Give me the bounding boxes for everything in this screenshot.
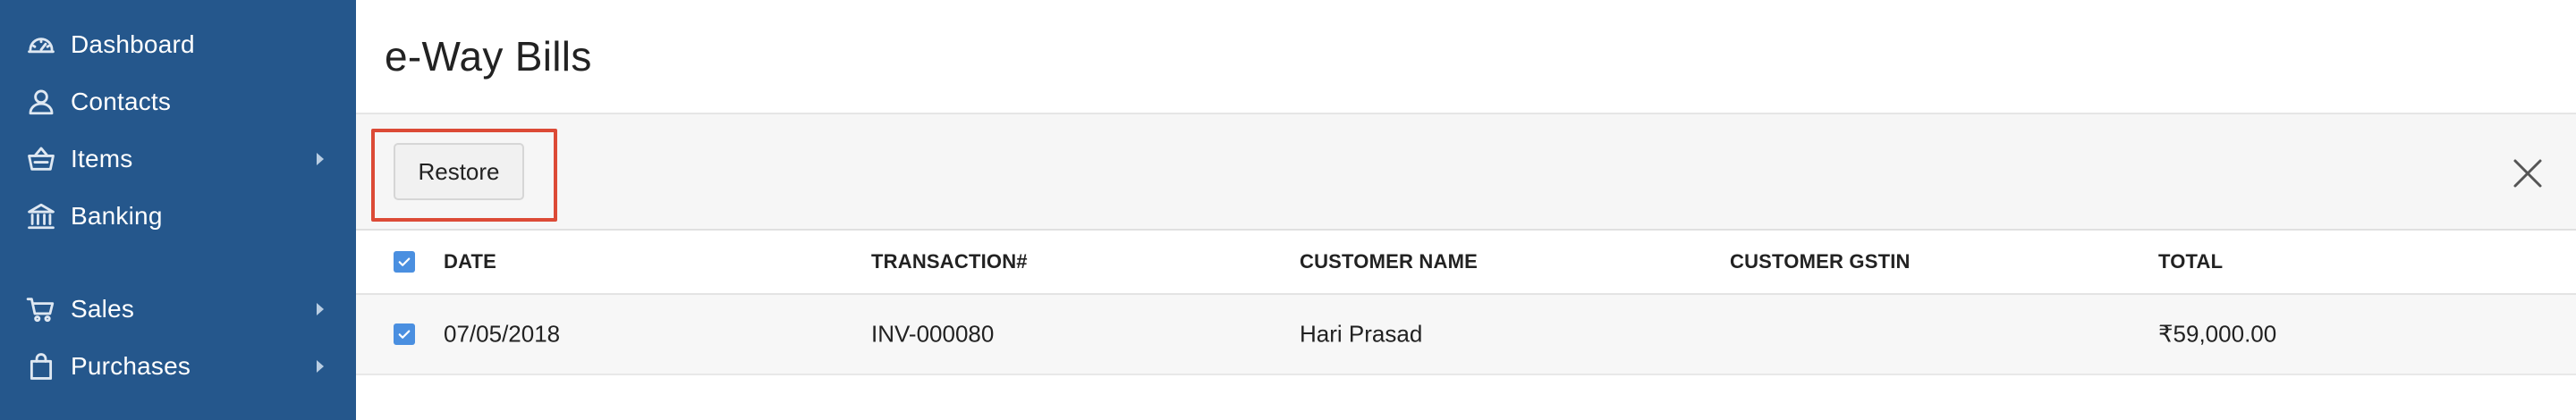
column-header-transaction[interactable]: TRANSACTION# xyxy=(871,250,1028,273)
restore-button[interactable]: Restore xyxy=(394,143,524,200)
cart-icon xyxy=(25,293,57,325)
cell-customer-name: Hari Prasad xyxy=(1300,320,1423,348)
row-checkbox[interactable] xyxy=(394,323,415,345)
chevron-right-icon xyxy=(317,153,324,165)
basket-icon xyxy=(25,143,57,175)
main-content: e-Way Bills Restore DATE TRANSACTION# CU… xyxy=(356,0,2576,420)
sidebar-item-sales[interactable]: Sales xyxy=(0,282,356,336)
cell-total: ₹59,000.00 xyxy=(2158,320,2277,348)
sidebar-item-label: Banking xyxy=(71,202,163,230)
table-header: DATE TRANSACTION# CUSTOMER NAME CUSTOMER… xyxy=(356,231,2576,295)
sidebar: Dashboard Contacts Items Banking Sales P… xyxy=(0,0,356,420)
sidebar-item-banking[interactable]: Banking xyxy=(0,189,356,243)
cell-date: 07/05/2018 xyxy=(444,320,561,348)
sidebar-item-label: Sales xyxy=(71,295,135,323)
check-icon xyxy=(398,330,411,339)
sidebar-item-label: Purchases xyxy=(71,352,191,380)
sidebar-item-contacts[interactable]: Contacts xyxy=(0,75,356,129)
bank-icon xyxy=(25,200,57,232)
bulk-action-toolbar: Restore xyxy=(356,113,2576,231)
chevron-right-icon xyxy=(317,360,324,373)
sidebar-item-dashboard[interactable]: Dashboard xyxy=(0,18,356,71)
table-row[interactable]: 07/05/2018 INV-000080 Hari Prasad ₹59,00… xyxy=(356,295,2576,375)
check-icon xyxy=(398,257,411,266)
sidebar-item-label: Contacts xyxy=(71,88,172,115)
cell-transaction[interactable]: INV-000080 xyxy=(871,321,994,349)
sidebar-item-label: Items xyxy=(71,145,133,172)
close-icon[interactable] xyxy=(2510,155,2546,191)
column-header-customer-gstin[interactable]: CUSTOMER GSTIN xyxy=(1730,250,1911,273)
chevron-right-icon xyxy=(317,303,324,315)
speedometer-icon xyxy=(25,29,57,61)
select-all-checkbox[interactable] xyxy=(394,251,415,273)
shopping-bag-icon xyxy=(25,350,57,382)
column-header-total[interactable]: TOTAL xyxy=(2158,250,2223,273)
person-icon xyxy=(25,86,57,118)
sidebar-item-purchases[interactable]: Purchases xyxy=(0,340,356,393)
sidebar-item-items[interactable]: Items xyxy=(0,132,356,186)
page-title: e-Way Bills xyxy=(385,33,592,80)
column-header-date[interactable]: DATE xyxy=(444,250,496,273)
column-header-customer-name[interactable]: CUSTOMER NAME xyxy=(1300,250,1478,273)
sidebar-item-label: Dashboard xyxy=(71,30,195,58)
